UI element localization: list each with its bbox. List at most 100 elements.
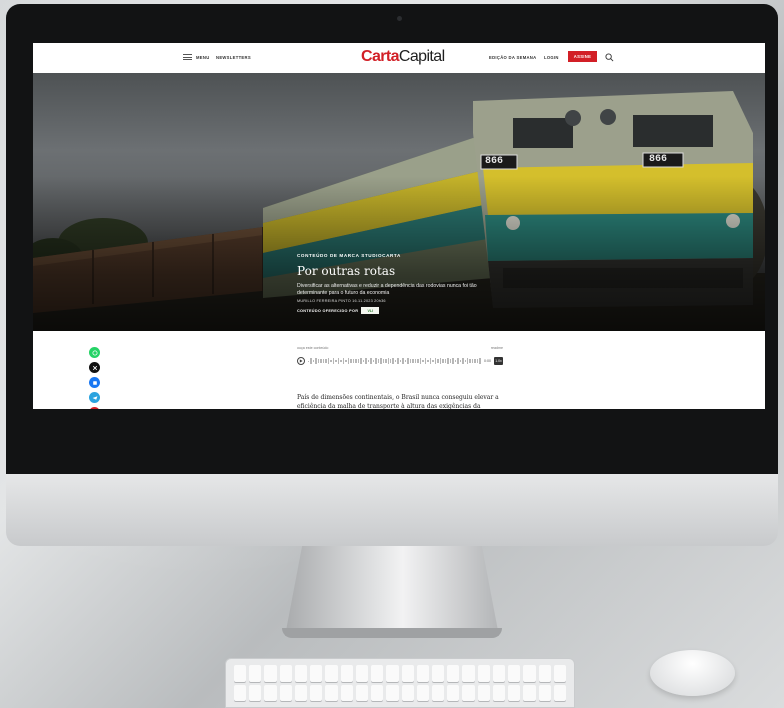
- keyboard-key: [431, 665, 445, 682]
- keyboard-key: [234, 665, 247, 682]
- waveform-bar: [327, 358, 330, 364]
- play-icon: [299, 359, 303, 363]
- sponsor-logo[interactable]: VLI: [361, 307, 380, 314]
- keyboard-key: [553, 665, 566, 682]
- waveform-bar: [447, 358, 449, 364]
- waveform-bar: [375, 358, 377, 364]
- keyboard-key: [401, 665, 414, 682]
- waveform-bar: [345, 359, 347, 363]
- waveform-bar: [467, 358, 469, 364]
- waveform-bar: [347, 358, 350, 364]
- keyboard-key: [431, 684, 445, 701]
- keyboard-key: [234, 684, 247, 701]
- article-byline: MURILLO FERREIRA PINTO 16.11.2023 20h36: [297, 299, 386, 303]
- keyboard-key: [386, 684, 399, 701]
- hero-image: 866 866 CONTEÚDO DE MARCA STUDIOCARTA Po…: [33, 73, 765, 331]
- keyboard-key: [492, 684, 506, 701]
- imac-stand-foot: [282, 628, 502, 638]
- waveform-bar: [414, 358, 417, 364]
- waveform-bar: [340, 360, 342, 362]
- waveform-bar: [424, 358, 427, 364]
- keyboard-key: [310, 684, 323, 701]
- x-icon: [92, 365, 97, 370]
- waveform-bar: [372, 359, 375, 363]
- waveform-bar: [432, 360, 434, 362]
- login-link[interactable]: LOGIN: [544, 55, 559, 60]
- waveform-bar: [397, 358, 399, 364]
- keyboard-key: [264, 684, 277, 701]
- site-logo[interactable]: CartaCapital: [361, 48, 445, 66]
- waveform-bar: [320, 358, 322, 364]
- waveform-bar: [459, 360, 462, 362]
- waveform-bar: [350, 359, 352, 363]
- waveform-bar: [392, 358, 394, 364]
- article-subtitle: Diversificar as alternativas e reduzir a…: [297, 283, 477, 296]
- whatsapp-icon: [92, 350, 97, 355]
- speed-button[interactable]: 1.0x: [494, 357, 503, 365]
- play-button[interactable]: [297, 357, 305, 365]
- waveform-bar: [449, 359, 452, 363]
- waveform-bar: [407, 358, 409, 364]
- article-title: Por outras rotas: [297, 264, 396, 278]
- keyboard-key: [279, 684, 292, 701]
- telegram-share-button[interactable]: [89, 392, 100, 403]
- waveform-bar: [387, 358, 389, 364]
- waveform-bar: [452, 358, 454, 364]
- waveform-bar: [442, 358, 444, 364]
- sponsor-block: CONTEÚDO OFERECIDO POR VLI: [297, 307, 380, 314]
- facebook-icon: [92, 380, 97, 385]
- waveform-bar: [422, 359, 424, 363]
- keyboard-key: [325, 665, 338, 682]
- waveform-bar: [325, 358, 327, 364]
- audio-player: ouça este conteúdo readme 0:00 1.0x: [297, 346, 503, 365]
- keyboard-key: [508, 665, 521, 682]
- keyboard-key: [279, 665, 292, 682]
- waveform-bar: [444, 358, 447, 364]
- keyboard-key: [401, 684, 414, 701]
- waveform-bar: [385, 358, 387, 364]
- keyboard-key: [447, 684, 460, 701]
- facebook-share-button[interactable]: [89, 377, 100, 388]
- x-share-button[interactable]: [89, 362, 100, 373]
- waveform-bar: [474, 358, 476, 364]
- keyboard-key: [371, 665, 384, 682]
- menu-button[interactable]: MENU: [183, 54, 210, 60]
- waveform-bar: [399, 360, 402, 362]
- newsletters-link[interactable]: NEWSLETTERS: [216, 55, 251, 60]
- menu-label: MENU: [196, 54, 210, 60]
- waveform-bar: [335, 360, 337, 362]
- waveform-bar: [404, 359, 407, 363]
- assine-button[interactable]: ASSINE: [568, 51, 597, 62]
- waveform-bar: [471, 358, 474, 364]
- imac-chin: [6, 474, 778, 546]
- waveform-bar: [312, 359, 315, 363]
- keyboard-key: [477, 665, 490, 682]
- waveform-bar: [315, 358, 317, 364]
- keyboard-key: [538, 684, 551, 701]
- article-body: País de dimensões continentais, o Brasil…: [297, 394, 499, 409]
- search-icon[interactable]: [605, 53, 614, 62]
- content-kicker[interactable]: CONTEÚDO DE MARCA STUDIOCARTA: [297, 253, 401, 258]
- email-share-button[interactable]: [89, 407, 100, 409]
- hamburger-icon: [183, 54, 192, 60]
- waveform-bar: [337, 358, 340, 364]
- waveform-bar: [357, 359, 360, 363]
- waveform-bar: [355, 358, 357, 364]
- waveform-bar: [330, 359, 332, 363]
- keyboard-key: [310, 665, 323, 682]
- waveform-bar: [317, 359, 320, 363]
- edicao-da-semana-link[interactable]: EDIÇÃO DA SEMANA: [489, 55, 536, 60]
- keyboard-key: [340, 684, 353, 701]
- waveform-bar: [370, 358, 372, 364]
- audio-waveform[interactable]: [308, 358, 481, 364]
- waveform-bar: [419, 358, 422, 364]
- camera-dot: [397, 16, 402, 21]
- mouse: [650, 650, 735, 696]
- keyboard-key: [447, 665, 460, 682]
- keyboard: [225, 658, 575, 708]
- waveform-bar: [409, 359, 412, 363]
- waveform-bar: [457, 358, 459, 364]
- browser-screen: MENU NEWSLETTERS CartaCapital EDIÇÃO DA …: [33, 43, 765, 409]
- readme-brand[interactable]: readme: [491, 346, 503, 350]
- whatsapp-share-button[interactable]: [89, 347, 100, 358]
